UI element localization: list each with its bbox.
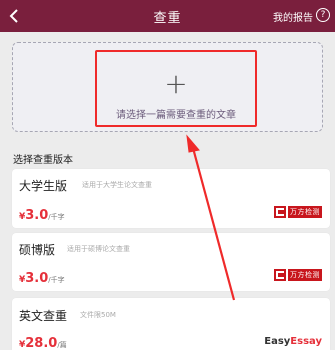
card-price: ¥28.0/篇 [19,332,67,350]
upload-prompt: 请选择一篇需要查重的文章 [116,110,236,121]
brand-text: 万方检测 [288,269,322,281]
card-desc: 文件限50M [80,311,116,319]
version-card-undergrad[interactable]: 大学生版 适用于大学生论文查重 ¥3.0/千字 万方检测 [12,169,330,228]
card-price: ¥3.0/千字 [19,204,65,223]
wanfang-mark-icon [274,206,286,218]
card-name: 硕博版 [19,243,56,257]
easyessay-logo: EasyEssay [264,336,322,347]
plus-icon: + [164,67,188,100]
wanfang-logo: 万方检测 [274,206,322,218]
section-title: 选择查重版本 [13,155,73,166]
version-card-english[interactable]: 英文查重 文件限50M ¥28.0/篇 EasyEssay [12,298,330,350]
price-unit: /千字 [48,276,65,284]
card-name: 大学生版 [19,179,68,193]
card-desc: 适用于大学生论文查重 [82,181,152,189]
upload-highlight-box[interactable]: + 请选择一篇需要查重的文章 [95,50,257,127]
brand-text: 万方检测 [288,206,322,218]
version-card-masters-phd[interactable]: 硕博版 适用于硕博论文查重 ¥3.0/千字 万方检测 [12,233,330,291]
card-desc: 适用于硕博论文查重 [67,245,130,253]
card-price: ¥3.0/千字 [19,267,65,286]
price-value: 3.0 [25,208,49,223]
price-unit: /千字 [48,213,65,221]
wanfang-mark-icon [274,269,286,281]
top-bar: 查重 我的报告 ? [0,0,335,32]
price-value: 3.0 [25,271,49,286]
brand-part-1: Easy [264,336,291,347]
my-report-link[interactable]: 我的报告 [273,9,313,24]
wanfang-logo: 万方检测 [274,269,322,281]
price-unit: /篇 [57,341,67,349]
brand-part-2: Essay [290,336,322,347]
help-icon[interactable]: ? [316,8,330,22]
card-name: 英文查重 [19,309,68,323]
price-value: 28.0 [25,336,58,350]
